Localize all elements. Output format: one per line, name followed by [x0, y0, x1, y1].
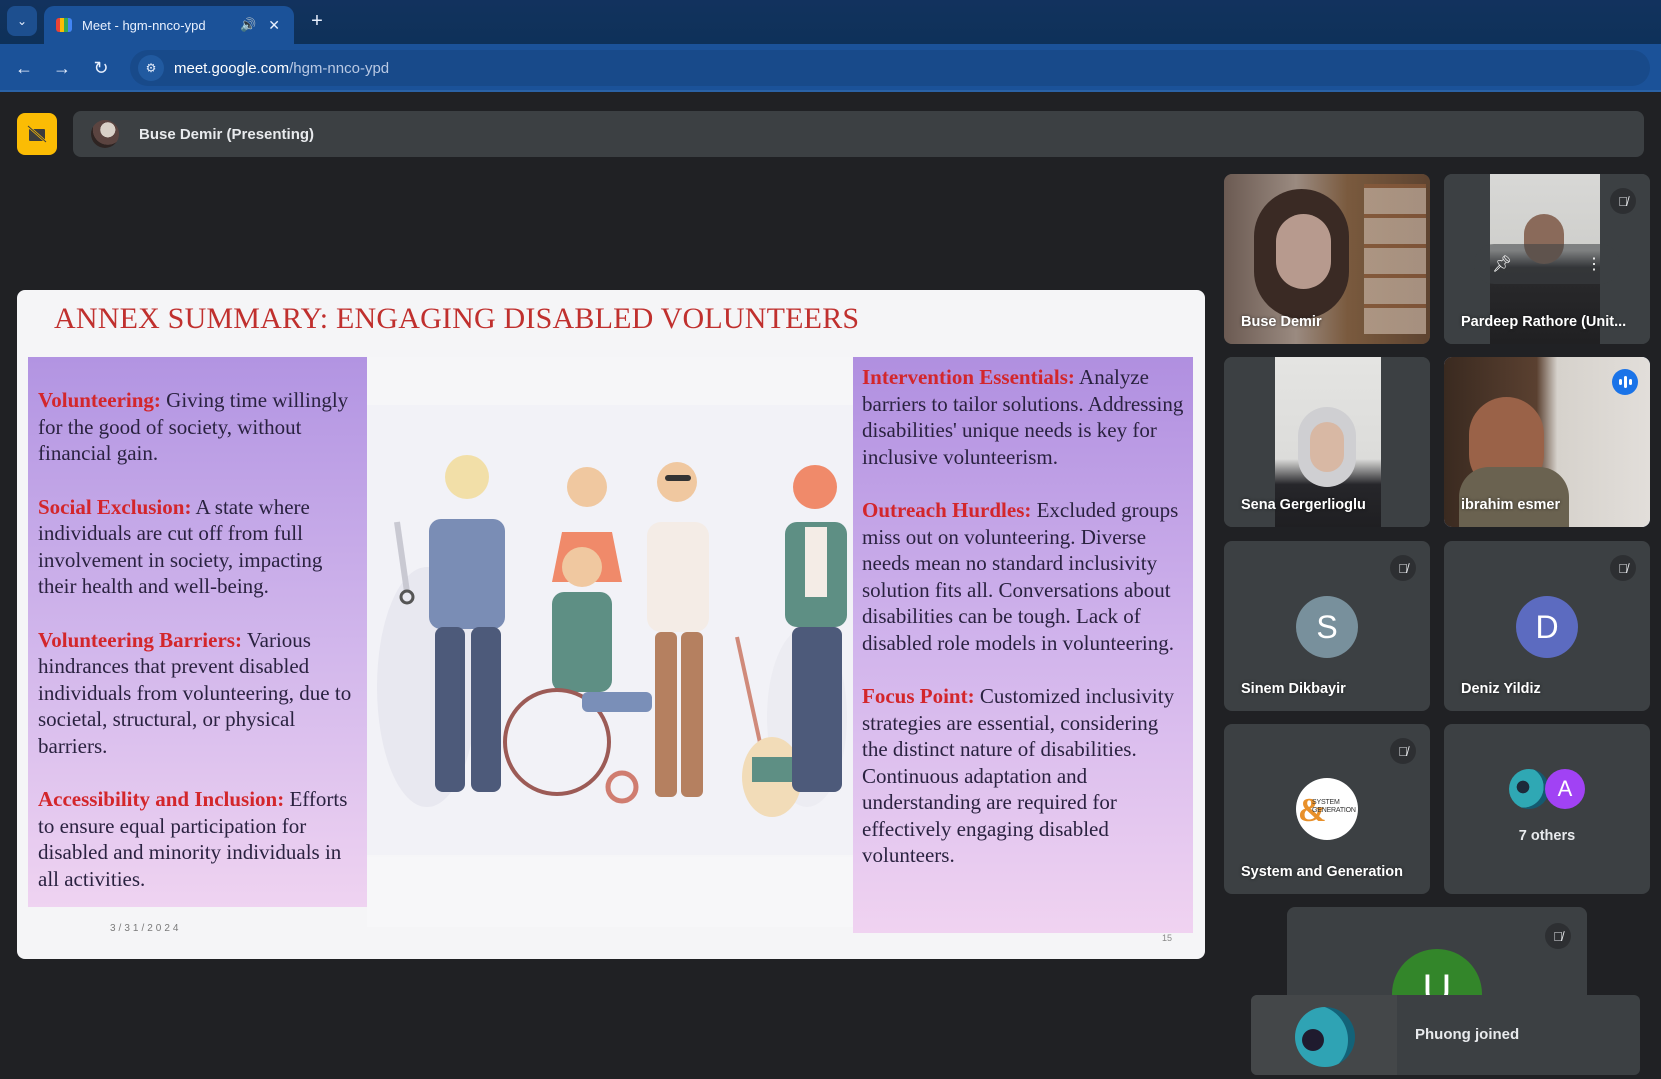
participant-name: Buse Demir: [1241, 314, 1322, 330]
definition-item: Accessibility and Inclusion: Efforts to …: [38, 787, 348, 891]
participant-tile[interactable]: Buse Demir: [1224, 174, 1430, 344]
definition-item: Volunteering Barriers: Various hindrance…: [38, 627, 352, 758]
tab-search-button[interactable]: ⌄: [7, 6, 37, 36]
disabled-volunteers-illustration: [367, 357, 853, 927]
tile-hover-controls: 📌︎ ⋮: [1474, 244, 1620, 284]
participant-tile[interactable]: Sena Gergerlioglu: [1224, 357, 1430, 527]
tab-title: Meet - hgm-nnco-ypd: [82, 17, 206, 33]
slide-right-panel: Intervention Essentials: Analyze barrier…: [853, 357, 1193, 933]
others-tile[interactable]: A 7 others: [1444, 724, 1650, 894]
slide-date: 3/31/2024: [110, 923, 182, 934]
speaking-indicator-icon: [1612, 369, 1638, 395]
definition-item: Outreach Hurdles: Excluded groups miss o…: [862, 498, 1179, 655]
notification-message: Phuong joined: [1415, 1026, 1520, 1043]
participant-avatar: [1509, 769, 1549, 809]
others-avatar-stack: A: [1509, 769, 1585, 809]
participant-tile[interactable]: 🎙̸ D Deniz Yildiz: [1444, 541, 1650, 711]
shared-screen-slide: ANNEX SUMMARY: ENGAGING DISABLED VOLUNTE…: [17, 290, 1205, 959]
chevron-down-icon: ⌄: [16, 14, 28, 28]
forward-button[interactable]: →: [48, 54, 76, 82]
new-tab-button[interactable]: +: [305, 9, 329, 33]
participant-tile[interactable]: 🎙̸ S Sinem Dikbayir: [1224, 541, 1430, 711]
participant-name: Sena Gergerlioglu: [1241, 497, 1366, 513]
participant-tile[interactable]: 🎙̸ 📌︎ ⋮ Pardeep Rathore (Unit...: [1444, 174, 1650, 344]
microphone-off-icon: 🎙̸: [1545, 923, 1571, 949]
definition-item: Focus Point: Customized inclusivity stra…: [862, 684, 1175, 867]
microphone-off-icon: 🎙̸: [1390, 555, 1416, 581]
slide-number: 15: [1162, 933, 1173, 943]
definition-item: Intervention Essentials: Analyze barrier…: [862, 365, 1184, 469]
arrow-left-icon: ←: [15, 58, 33, 78]
definition-item: Social Exclusion: A state where individu…: [38, 494, 323, 599]
definition-item: Volunteering: Giving time willingly for …: [38, 388, 349, 465]
browser-tab-meet[interactable]: Meet - hgm-nnco-ypd 🔊 ✕: [44, 6, 294, 44]
url-path: /hgm-nnco-ypd: [289, 59, 390, 77]
participant-avatar: D: [1516, 596, 1578, 658]
slide-left-panel: Volunteering: Giving time willingly for …: [28, 357, 367, 907]
site-info-icon[interactable]: ⚙: [138, 55, 164, 81]
joined-participant-avatar: [1295, 1007, 1355, 1067]
reload-icon: ↻: [93, 58, 109, 78]
more-options-icon[interactable]: ⋮: [1586, 254, 1602, 274]
microphone-off-icon: 🎙̸: [1610, 555, 1636, 581]
browser-toolbar: ← → ↻ ⚙ meet.google.com/hgm-nnco-ypd: [0, 44, 1661, 92]
participant-tile[interactable]: 🎙̸ & SYSTEM GENERATION System and Genera…: [1224, 724, 1430, 894]
audio-playing-icon[interactable]: 🔊: [240, 17, 256, 33]
presentation-off-icon: [27, 125, 47, 143]
participant-avatar: A: [1545, 769, 1585, 809]
system-and-generation-logo: & SYSTEM GENERATION: [1296, 778, 1358, 840]
back-button[interactable]: ←: [10, 54, 38, 82]
participant-avatar: S: [1296, 596, 1358, 658]
browser-tab-strip: ⌄ Meet - hgm-nnco-ypd 🔊 ✕ +: [0, 0, 1661, 44]
participant-joined-notification: Phuong joined: [1251, 995, 1640, 1075]
slide-title: ANNEX SUMMARY: ENGAGING DISABLED VOLUNTE…: [54, 302, 860, 335]
others-count-label: 7 others: [1518, 828, 1576, 844]
microphone-off-icon: 🎙̸: [1610, 188, 1636, 214]
close-tab-icon[interactable]: ✕: [268, 17, 280, 34]
pin-icon[interactable]: 📌︎: [1492, 254, 1512, 274]
participant-tile-active-speaker[interactable]: ibrahim esmer: [1444, 357, 1650, 527]
presenter-label: Buse Demir (Presenting): [139, 125, 315, 143]
stop-presenting-button[interactable]: [17, 113, 57, 155]
participant-name: Pardeep Rathore (Unit...: [1461, 314, 1627, 330]
arrow-right-icon: →: [53, 58, 71, 78]
google-meet-favicon-icon: [56, 18, 72, 32]
url-host: meet.google.com: [174, 59, 290, 77]
participant-tile[interactable]: 🎙̸ U: [1287, 907, 1587, 1007]
participant-name: System and Generation: [1241, 864, 1403, 880]
participant-name: Sinem Dikbayir: [1241, 681, 1346, 697]
participant-name: Deniz Yildiz: [1461, 681, 1541, 697]
participant-name: ibrahim esmer: [1461, 497, 1561, 513]
reload-button[interactable]: ↻: [87, 54, 115, 82]
presenter-banner: Buse Demir (Presenting): [73, 111, 1644, 157]
address-bar[interactable]: ⚙ meet.google.com/hgm-nnco-ypd: [130, 50, 1650, 86]
microphone-off-icon: 🎙̸: [1390, 738, 1416, 764]
presenter-avatar: [91, 120, 119, 148]
